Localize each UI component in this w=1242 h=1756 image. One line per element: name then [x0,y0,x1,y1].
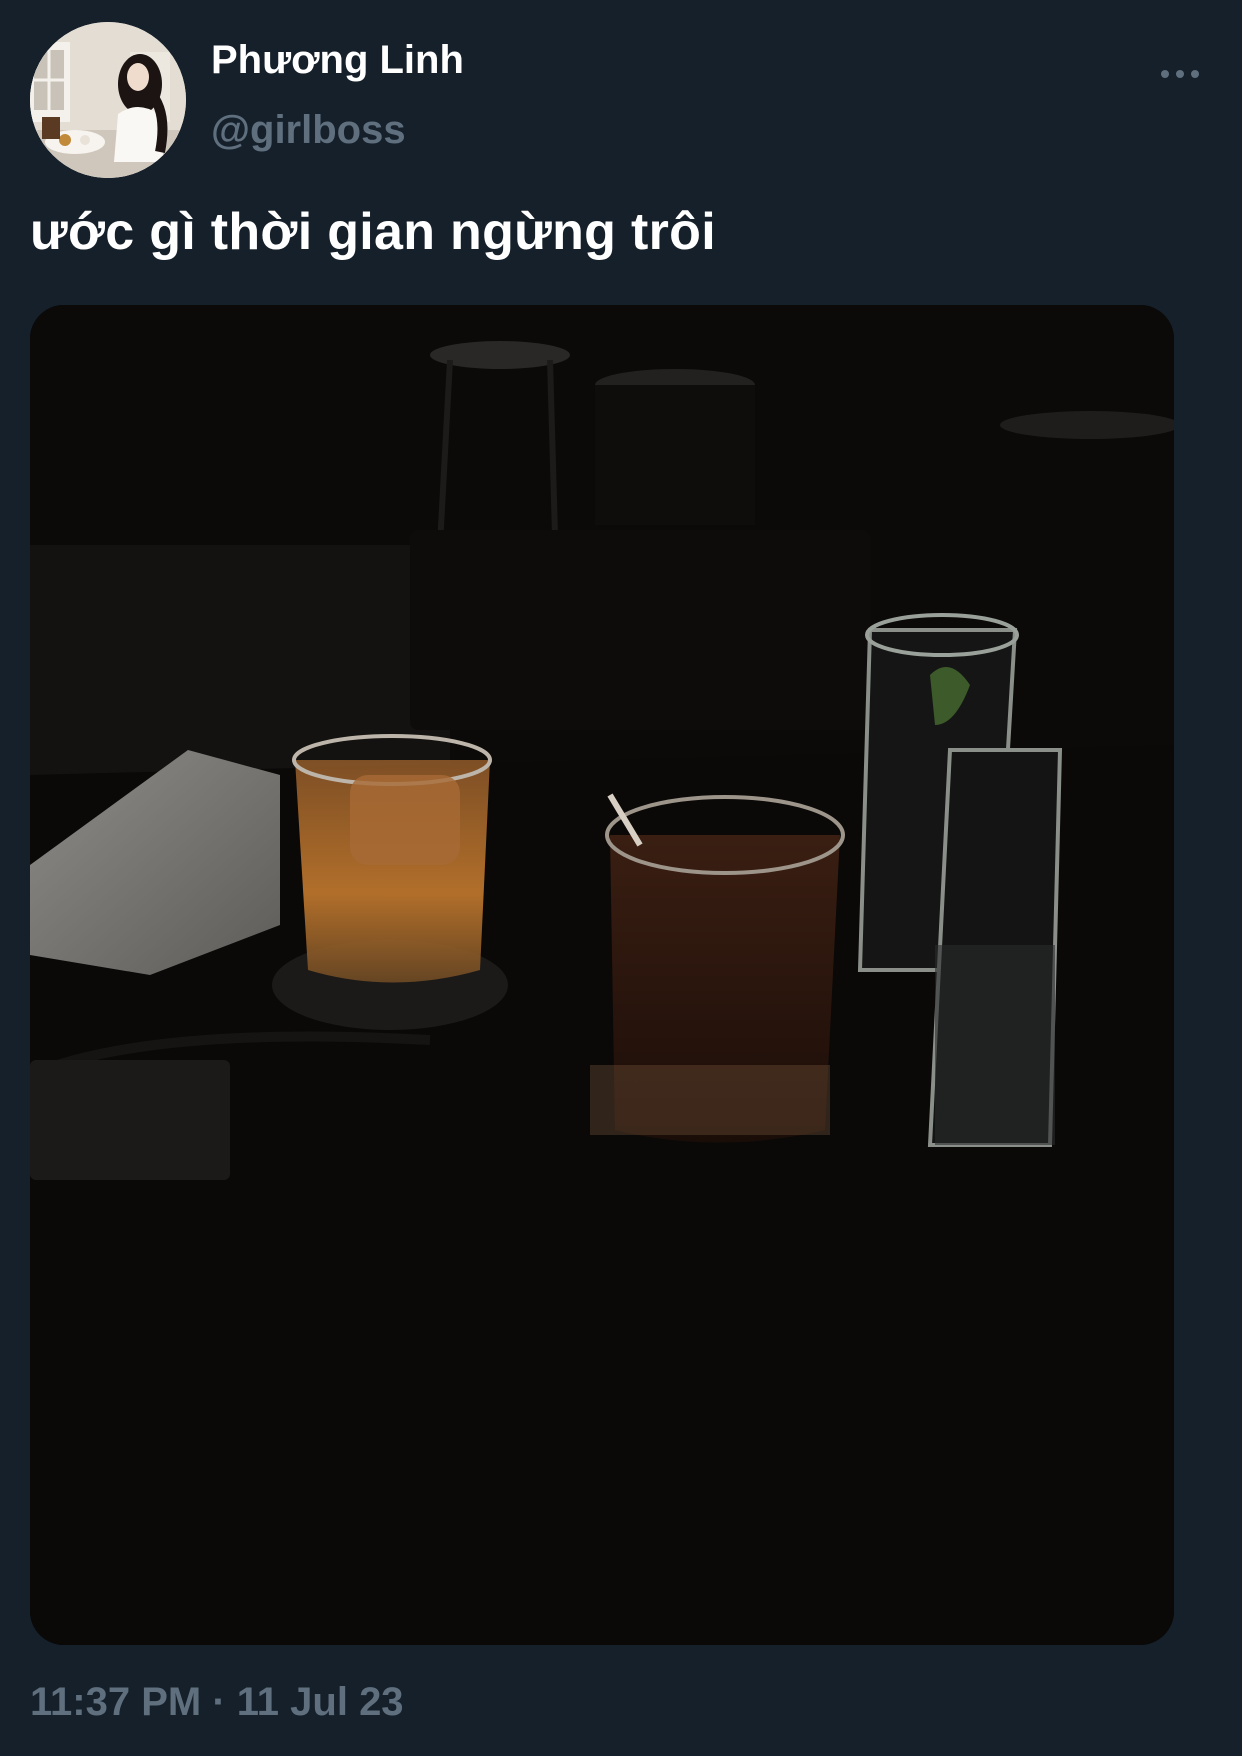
author-handle[interactable]: @girlboss [211,108,406,153]
tweet-card: Phương Linh @girlboss ước gì thời gian n… [0,0,1242,1756]
more-options-button[interactable] [1152,56,1208,92]
bar-table-photo [30,305,1174,1645]
avatar-photo [30,22,186,178]
author-avatar[interactable] [30,22,186,178]
tweet-photo[interactable] [30,305,1174,1645]
tweet-timestamp[interactable]: 11:37 PM · 11 Jul 23 [30,1680,404,1725]
author-display-name[interactable]: Phương Linh [211,38,464,83]
tweet-text: ước gì thời gian ngừng trôi [30,203,716,261]
more-horizontal-icon [1161,70,1199,78]
